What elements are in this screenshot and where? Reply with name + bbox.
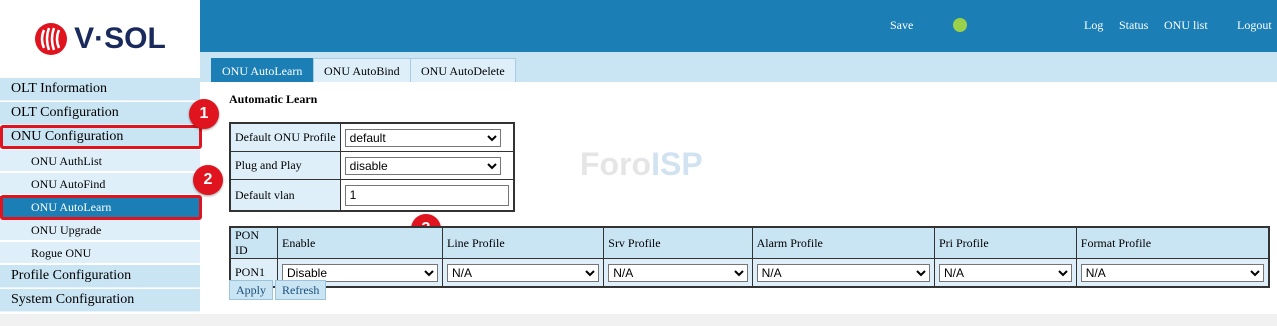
srv-profile-cell: N/A [604, 259, 752, 286]
sidebar-item-olt-configuration[interactable]: OLT Configuration [0, 102, 200, 125]
default-onu-profile-label: Default ONU Profile [231, 124, 340, 151]
pri-profile-select[interactable]: N/A [939, 263, 1072, 282]
annotation-badge-2: 2 [193, 165, 223, 195]
logo-area: V·SOL [0, 0, 200, 78]
bottom-strip [0, 314, 1277, 326]
enable-select[interactable]: Disable [282, 263, 438, 282]
header-pon-id: PON ID [231, 228, 277, 258]
sidebar-item-profile-configuration[interactable]: Profile Configuration [0, 265, 200, 288]
default-vlan-label: Default vlan [231, 180, 340, 210]
logo-text: V·SOL [74, 22, 166, 55]
line-profile-select[interactable]: N/A [447, 263, 600, 282]
default-vlan-input[interactable] [344, 184, 509, 206]
pri-profile-cell: N/A [935, 259, 1076, 286]
format-profile-select[interactable]: N/A [1080, 263, 1264, 282]
sidebar-sub-onu-autofind[interactable]: ONU AutoFind [0, 173, 200, 195]
highlight-onu-autolearn [0, 195, 202, 220]
tab-onu-autolearn[interactable]: ONU AutoLearn [211, 58, 314, 82]
tab-onu-autodelete[interactable]: ONU AutoDelete [410, 58, 516, 82]
sidebar-sub-onu-authlist[interactable]: ONU AuthList [0, 150, 200, 172]
plug-and-play-label: Plug and Play [231, 152, 340, 179]
refresh-button[interactable]: Refresh [275, 280, 327, 300]
header-enable: Enable [278, 228, 442, 258]
default-onu-profile-select[interactable]: default [344, 128, 501, 147]
watermark: ForoISP [580, 146, 703, 183]
tab-onu-autobind[interactable]: ONU AutoBind [313, 58, 411, 82]
onu-list-link[interactable]: ONU list [1164, 18, 1208, 33]
highlight-onu-configuration [0, 125, 202, 149]
save-link[interactable]: Save [890, 18, 913, 33]
header-format-profile: Format Profile [1076, 228, 1268, 258]
sidebar-item-olt-information[interactable]: OLT Information [0, 78, 200, 101]
default-onu-profile-cell: default [340, 124, 513, 151]
alarm-profile-cell: N/A [752, 259, 934, 286]
sidebar-sub-onu-upgrade[interactable]: ONU Upgrade [0, 219, 200, 241]
logout-link[interactable]: Logout [1237, 18, 1272, 33]
alarm-profile-select[interactable]: N/A [756, 263, 930, 282]
status-indicator-icon [953, 18, 967, 32]
watermark-left: Foro [580, 146, 652, 182]
line-profile-cell: N/A [443, 259, 604, 286]
watermark-right: ISP [651, 146, 703, 182]
plug-and-play-cell: disable [340, 152, 513, 179]
top-bar: Save Log Status ONU list Logout [200, 0, 1277, 52]
header-line-profile: Line Profile [443, 228, 604, 258]
annotation-badge-1: 1 [189, 99, 219, 129]
plug-and-play-select[interactable]: disable [344, 156, 501, 175]
srv-profile-select[interactable]: N/A [608, 263, 748, 282]
header-srv-profile: Srv Profile [604, 228, 752, 258]
status-link[interactable]: Status [1119, 18, 1148, 33]
section-title: Automatic Learn [229, 92, 318, 106]
table-row: PON1 Disable N/A N/A N/A N/A N/A [231, 259, 1268, 286]
default-vlan-cell [340, 180, 513, 210]
log-link[interactable]: Log [1084, 18, 1103, 33]
format-profile-cell: N/A [1076, 259, 1268, 286]
logo: V·SOL [34, 22, 166, 56]
sidebar-sub-rogue-onu[interactable]: Rogue ONU [0, 242, 200, 264]
apply-button[interactable]: Apply [229, 280, 273, 300]
pon-table: PON ID Enable Line Profile Srv Profile A… [229, 226, 1270, 288]
header-alarm-profile: Alarm Profile [752, 228, 934, 258]
vsol-logo-icon [35, 23, 68, 55]
sidebar-item-system-configuration[interactable]: System Configuration [0, 289, 200, 312]
autolearn-config-table: Default ONU Profile default Plug and Pla… [229, 122, 515, 212]
header-pri-profile: Pri Profile [935, 228, 1076, 258]
